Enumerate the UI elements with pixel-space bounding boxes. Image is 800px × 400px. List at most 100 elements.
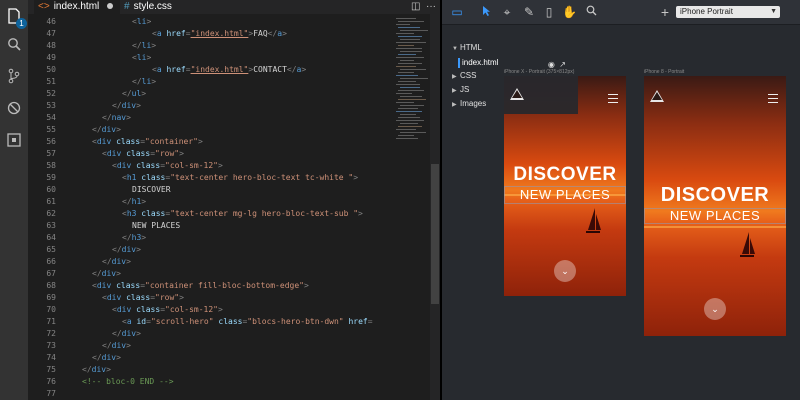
add-device-icon[interactable]: + [658,5,672,19]
editor-tab-bar: <> index.html # style.css ◫ ··· [28,0,442,14]
split-editor-icon[interactable]: ◫ [411,1,420,12]
code-token: div [101,269,117,278]
tab-index-html[interactable]: <> index.html [34,0,120,14]
code-token: > [116,125,121,134]
code-line[interactable]: 58 <div class="col-sm-12"> [28,160,430,172]
tree-item-css[interactable]: ▶ CSS [452,70,476,82]
code-line[interactable]: 70 <div class="col-sm-12"> [28,304,430,316]
code-token: > [179,293,184,302]
code-line[interactable]: 50 <a href="index.html">CONTACT</a> [28,64,430,76]
code-token: > [116,269,121,278]
open-external-icon[interactable]: ↗ [559,60,566,69]
hand-icon[interactable]: ✋ [562,5,577,19]
crosshair-icon[interactable]: ⌖ [500,5,514,19]
code-text: </ul> [122,88,146,100]
code-line[interactable]: 56 <div class="container"> [28,136,430,148]
unsaved-dot-icon [107,3,114,10]
expanded-arrow-icon: ▼ [452,46,458,52]
preview-label: iPhone 8 - Portrait [644,69,685,75]
source-control-icon[interactable] [4,66,24,86]
code-line[interactable]: 75 </div> [28,364,430,376]
code-line[interactable]: 54 </nav> [28,112,430,124]
code-line[interactable]: 74 </div> [28,352,430,364]
line-number: 60 [46,185,56,194]
editor-scrollbar[interactable] [430,14,440,400]
debug-icon[interactable] [4,98,24,118]
line-number: 49 [46,53,56,62]
search-icon[interactable] [4,34,24,54]
code-line[interactable]: 68 <div class="container fill-bloc-bottom… [28,280,430,292]
code-token: > [301,65,307,74]
code-text: <div class="col-sm-12"> [112,160,223,172]
pointer-icon[interactable] [480,5,494,19]
code-line[interactable]: 62 <h3 class="text-center mg-lg hero-bloc… [28,208,430,220]
tree-item-html[interactable]: ▼ HTML [452,42,482,54]
code-token: div [101,353,117,362]
code-token: </ [102,341,112,350]
device-select[interactable]: iPhone Portrait ▼ [676,6,780,18]
code-token: "blocs-hero-btn-dwn" [247,317,349,326]
code-line[interactable]: 55 </div> [28,124,430,136]
hamburger-menu-icon[interactable] [768,94,778,103]
code-line[interactable]: 65 </div> [28,244,430,256]
scroll-down-button[interactable]: ⌄ [704,298,726,320]
code-token: ul [131,89,142,98]
line-number: 59 [46,173,56,182]
code-line[interactable]: 59 <h1 class="text-center hero-bloc-text … [28,172,430,184]
code-line[interactable]: 51 </li> [28,76,430,88]
tree-item-js[interactable]: ▶ JS [452,84,469,96]
tree-item-label: CSS [460,71,477,80]
code-line[interactable]: 53 </div> [28,100,430,112]
css-file-icon: # [124,1,130,12]
code-line[interactable]: 64 </h3> [28,232,430,244]
code-token: div [121,329,137,338]
zoom-icon[interactable] [584,5,598,19]
code-line[interactable]: 67 </div> [28,268,430,280]
code-line[interactable]: 77 [28,388,430,400]
tree-item-images[interactable]: ▶ Images [452,98,486,110]
code-token: href [166,29,186,38]
code-line[interactable]: 47 <a href="index.html">FAQ</a> [28,28,430,40]
code-line[interactable]: 60 DISCOVER [28,184,430,196]
scrollbar-thumb[interactable] [431,164,439,304]
code-token: class [116,137,141,146]
minimap[interactable] [394,14,430,144]
code-line[interactable]: 69 <div class="row"> [28,292,430,304]
code-line[interactable]: 49 <li> [28,52,430,64]
code-text: <li> [132,16,151,28]
code-line[interactable]: 73 </div> [28,340,430,352]
more-actions-icon[interactable]: ··· [426,1,436,12]
code-line[interactable]: 57 <div class="row"> [28,148,430,160]
code-line[interactable]: 66 </div> [28,256,430,268]
code-text: NEW PLACES [132,220,180,232]
explorer-icon[interactable]: 1 [4,6,27,29]
pen-icon[interactable]: ✎ [522,5,536,19]
code-line[interactable]: 61 </h1> [28,196,430,208]
page-icon[interactable]: ▭ [450,5,464,19]
hamburger-menu-icon[interactable] [608,94,618,103]
code-line[interactable]: 48 </li> [28,40,430,52]
tab-style-css[interactable]: # style.css [120,0,194,14]
code-token: > [146,53,152,62]
code-line[interactable]: 76 <!-- bloc-0 END --> [28,376,430,388]
scroll-down-button[interactable]: ⌄ [554,260,576,282]
hull-icon [740,255,754,257]
device-preview-2[interactable]: DISCOVER NEW PLACES ⌄ [644,76,786,336]
hero-subheading: NEW PLACES [504,186,626,204]
code-line[interactable]: 46 <li> [28,16,430,28]
line-number: 53 [46,101,56,110]
phone-icon[interactable]: ▯ [542,5,556,19]
code-line[interactable]: 63 NEW PLACES [28,220,430,232]
code-line[interactable]: 72 </div> [28,328,430,340]
code-editor[interactable]: 46 <li> 47 <a href="index.html">FAQ</a> 48 </… [28,14,430,400]
code-token: class [126,293,151,302]
code-token: > [151,41,157,50]
sail-icon [596,214,601,230]
device-preview-1[interactable]: DISCOVER NEW PLACES ⌄ [504,76,626,296]
target-icon[interactable]: ◉ [548,60,555,69]
tree-file-index-html[interactable]: index.html ◉ ↗ [458,56,566,70]
code-line[interactable]: 52 </ul> [28,88,430,100]
code-text: <a id="scroll-hero" class="blocs-hero-bt… [122,316,373,328]
code-line[interactable]: 71 <a id="scroll-hero" class="blocs-hero-… [28,316,430,328]
extensions-icon[interactable] [4,130,24,150]
